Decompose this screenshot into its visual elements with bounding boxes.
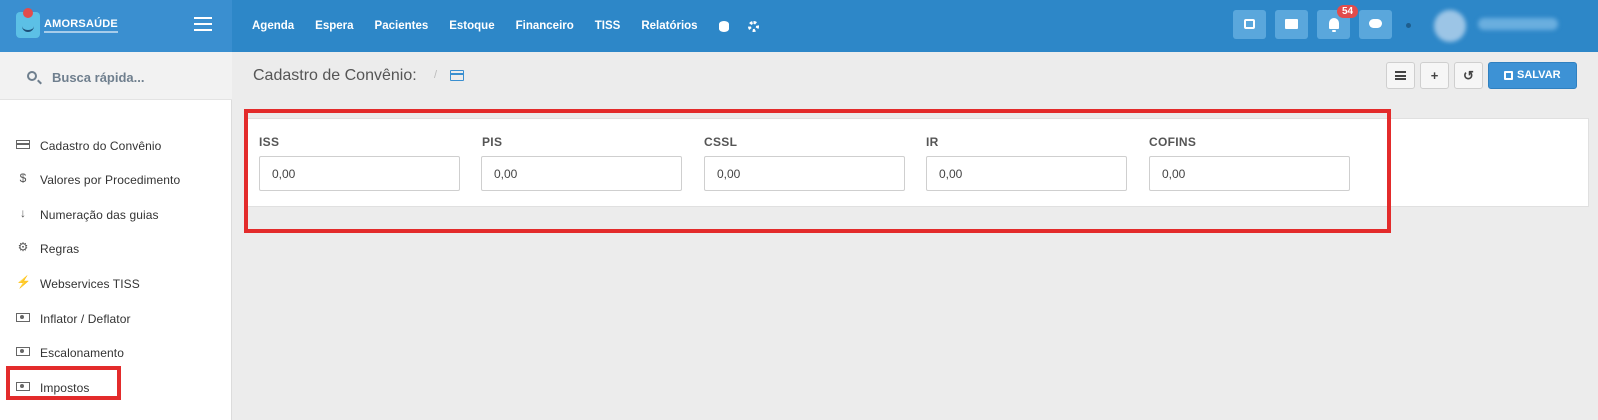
nav-estoque[interactable]: Estoque <box>449 20 494 32</box>
sidebar-item-label: Webservices TISS <box>40 277 140 291</box>
search-placeholder: Busca rápida... <box>52 70 145 85</box>
highlight-impostos <box>6 366 121 400</box>
gear-icon[interactable] <box>747 20 759 32</box>
avatar[interactable] <box>1434 10 1466 42</box>
chat-button[interactable] <box>1359 10 1392 39</box>
breadcrumb-separator: / <box>434 69 438 81</box>
user-name-blurred[interactable] <box>1478 18 1558 30</box>
top-navbar: AMORSAÚDE Agenda Espera Pacientes Estoqu… <box>0 0 1598 52</box>
chat-icon <box>1369 19 1382 28</box>
notifications-button[interactable]: 54 <box>1317 5 1359 39</box>
sidebar-item-webservices[interactable]: ⚡ Webservices TISS <box>0 268 232 298</box>
credit-card-icon <box>450 70 464 81</box>
money-icon <box>16 313 30 322</box>
logo-icon[interactable] <box>16 8 40 38</box>
brand-area: AMORSAÚDE <box>0 0 232 52</box>
content-header: Cadastro de Convênio: / + ↺ SALVAR <box>233 52 1598 99</box>
sidebar-item-regras[interactable]: ⚙ Regras <box>0 233 232 263</box>
status-dot <box>1406 23 1411 28</box>
history-button[interactable]: ↺ <box>1454 62 1483 89</box>
list-button[interactable] <box>1386 62 1415 89</box>
sidebar-item-label: Escalonamento <box>40 346 125 360</box>
sidebar-item-label: Inflator / Deflator <box>40 312 131 326</box>
cogs-icon: ⚙ <box>17 240 29 254</box>
inbox-button[interactable] <box>1233 10 1266 39</box>
page-title: Cadastro de Convênio: <box>253 67 417 84</box>
toolbar: + ↺ SALVAR <box>1386 62 1577 89</box>
brand-name: AMORSAÚDE <box>44 18 118 30</box>
dollar-icon: $ <box>19 171 27 185</box>
nav-pacientes[interactable]: Pacientes <box>375 20 429 32</box>
nav-financeiro[interactable]: Financeiro <box>516 20 574 32</box>
nav-relatorios[interactable]: Relatórios <box>641 20 697 32</box>
inbox-icon <box>1244 19 1255 29</box>
top-action-buttons: 54 <box>1233 5 1401 39</box>
save-label: SALVAR <box>1517 69 1561 81</box>
sidebar-item-cadastro[interactable]: Cadastro do Convênio <box>0 130 232 160</box>
quick-search[interactable]: Busca rápida... <box>0 52 232 100</box>
hamburger-menu-icon[interactable] <box>194 17 212 33</box>
sidebar-item-escalonamento[interactable]: Escalonamento <box>0 337 232 367</box>
sidebar-item-inflator[interactable]: Inflator / Deflator <box>0 303 232 333</box>
notification-badge: 54 <box>1337 5 1359 18</box>
add-button[interactable]: + <box>1420 62 1449 89</box>
list-icon <box>1395 71 1406 80</box>
card-button[interactable] <box>1275 10 1308 39</box>
sidebar-item-label: Numeração das guias <box>40 208 159 222</box>
brand-tagline <box>44 31 118 33</box>
money-icon <box>16 347 30 356</box>
sidebar-item-label: Cadastro do Convênio <box>40 139 162 153</box>
search-icon <box>27 71 37 81</box>
main-nav: Agenda Espera Pacientes Estoque Financei… <box>252 0 778 52</box>
sidebar-item-label: Valores por Procedimento <box>40 173 181 187</box>
bell-icon <box>1329 18 1339 32</box>
sidebar-item-valores[interactable]: $ Valores por Procedimento <box>0 164 232 194</box>
sidebar-item-numeracao[interactable]: ↓ Numeração das guias <box>0 199 232 229</box>
database-icon[interactable] <box>718 20 729 32</box>
highlight-taxes-panel <box>244 109 1391 233</box>
plus-icon: + <box>1430 68 1439 83</box>
nav-tiss[interactable]: TISS <box>595 20 621 32</box>
nav-espera[interactable]: Espera <box>315 20 353 32</box>
history-icon: ↺ <box>1463 68 1474 83</box>
credit-card-icon <box>16 140 30 149</box>
save-button[interactable]: SALVAR <box>1488 62 1577 89</box>
sort-numeric-icon: ↓ <box>20 206 26 220</box>
nav-agenda[interactable]: Agenda <box>252 20 294 32</box>
id-card-icon <box>1285 19 1298 29</box>
plug-icon: ⚡ <box>16 275 31 289</box>
sidebar: Busca rápida... Cadastro do Convênio $ V… <box>0 52 232 420</box>
floppy-icon <box>1504 71 1513 80</box>
sidebar-item-label: Regras <box>40 242 80 256</box>
